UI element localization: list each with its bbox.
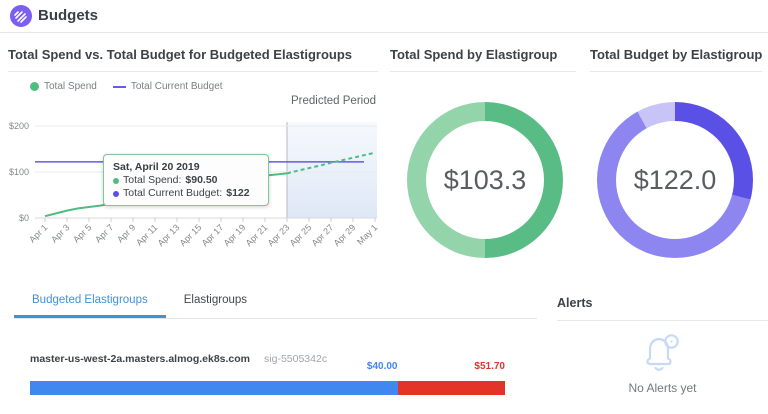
donut-hole: $103.3 — [426, 121, 544, 239]
spend-donut-divider — [390, 71, 576, 72]
line-panel-title: Total Spend vs. Total Budget for Budgete… — [8, 47, 352, 62]
line-panel-divider — [8, 71, 378, 72]
x-axis-label: Apr 1 — [27, 222, 49, 244]
y-axis-label: $100 — [9, 167, 29, 177]
tooltip-row-budget: Total Current Budget: $122 — [113, 187, 259, 200]
x-axis-label: Apr 15 — [178, 222, 204, 248]
budget-bar-spend — [30, 381, 398, 395]
x-axis-label: May 1 — [355, 222, 379, 246]
tooltip-row-spend: Total Spend: $90.50 — [113, 174, 259, 187]
x-axis-label: Apr 11 — [134, 222, 159, 247]
tooltip-label: Total Current Budget: — [123, 187, 222, 200]
x-axis-label: Apr 23 — [266, 222, 292, 248]
chart-legend: Total Spend Total Current Budget — [30, 81, 223, 92]
budget-bar-total-label: $51.70 — [398, 361, 506, 372]
no-alerts-text: No Alerts yet — [557, 381, 768, 395]
budget-donut-title: Total Budget by Elastigroup — [590, 47, 762, 62]
tab-elastigroups[interactable]: Elastigroups — [166, 284, 265, 318]
predicted-region — [287, 122, 377, 218]
legend-dot-icon — [30, 82, 39, 91]
app-header: Budgets — [0, 0, 768, 33]
spend-bullet-icon — [113, 178, 119, 184]
predicted-period-label: Predicted Period — [250, 95, 376, 107]
budget-bar-labels: $40.00 $51.70 — [30, 361, 505, 372]
x-axis-label: Apr 19 — [222, 222, 248, 248]
budget-total-value: $122.0 — [634, 165, 717, 196]
page-title: Budgets — [38, 7, 98, 24]
chart-tooltip: Sat, April 20 2019 Total Spend: $90.50 T… — [103, 154, 269, 206]
x-axis-label: Apr 7 — [93, 222, 115, 244]
spotinst-logo-icon[interactable] — [10, 5, 32, 27]
tooltip-date: Sat, April 20 2019 — [113, 160, 259, 174]
x-axis-label: Apr 17 — [200, 222, 226, 248]
tooltip-value: $90.50 — [185, 174, 217, 187]
elastigroups-tabs: Budgeted Elastigroups Elastigroups — [14, 284, 537, 319]
legend-label: Total Current Budget — [131, 81, 223, 92]
x-axis-label: Apr 29 — [332, 222, 358, 248]
tab-budgeted-elastigroups[interactable]: Budgeted Elastigroups — [14, 284, 166, 318]
y-axis-label: $200 — [9, 121, 29, 131]
x-axis-label: Apr 13 — [156, 222, 182, 248]
budget-donut-chart[interactable]: $122.0 — [597, 102, 753, 258]
budget-bar-spend-label: $40.00 — [30, 361, 398, 372]
legend-dash-icon — [113, 86, 126, 88]
alerts-title: Alerts — [557, 296, 592, 310]
donut-hole: $122.0 — [616, 121, 734, 239]
budgets-page: Budgets Total Spend vs. Total Budget for… — [0, 0, 768, 414]
x-axis-label: Apr 21 — [244, 222, 270, 248]
legend-item-total-spend[interactable]: Total Spend — [30, 81, 97, 92]
tooltip-value: $122 — [226, 187, 249, 200]
budget-bullet-icon — [113, 191, 119, 197]
x-axis-label: Apr 27 — [310, 222, 336, 248]
bell-icon — [634, 328, 686, 378]
spend-total-value: $103.3 — [444, 165, 527, 196]
budget-bar-over — [398, 381, 506, 395]
tooltip-label: Total Spend: — [123, 174, 181, 187]
y-axis-label: $0 — [19, 213, 29, 223]
legend-label: Total Spend — [44, 81, 97, 92]
alerts-divider — [557, 320, 768, 321]
x-axis-label: Apr 3 — [49, 222, 71, 244]
legend-item-total-budget[interactable]: Total Current Budget — [113, 81, 223, 92]
x-axis-label: Apr 5 — [71, 222, 93, 244]
budget-donut-divider — [590, 71, 762, 72]
budget-progress-bar[interactable] — [30, 381, 505, 395]
x-axis-label: Apr 25 — [288, 222, 314, 248]
spend-donut-chart[interactable]: $103.3 — [407, 102, 563, 258]
spend-donut-title: Total Spend by Elastigroup — [390, 47, 557, 62]
